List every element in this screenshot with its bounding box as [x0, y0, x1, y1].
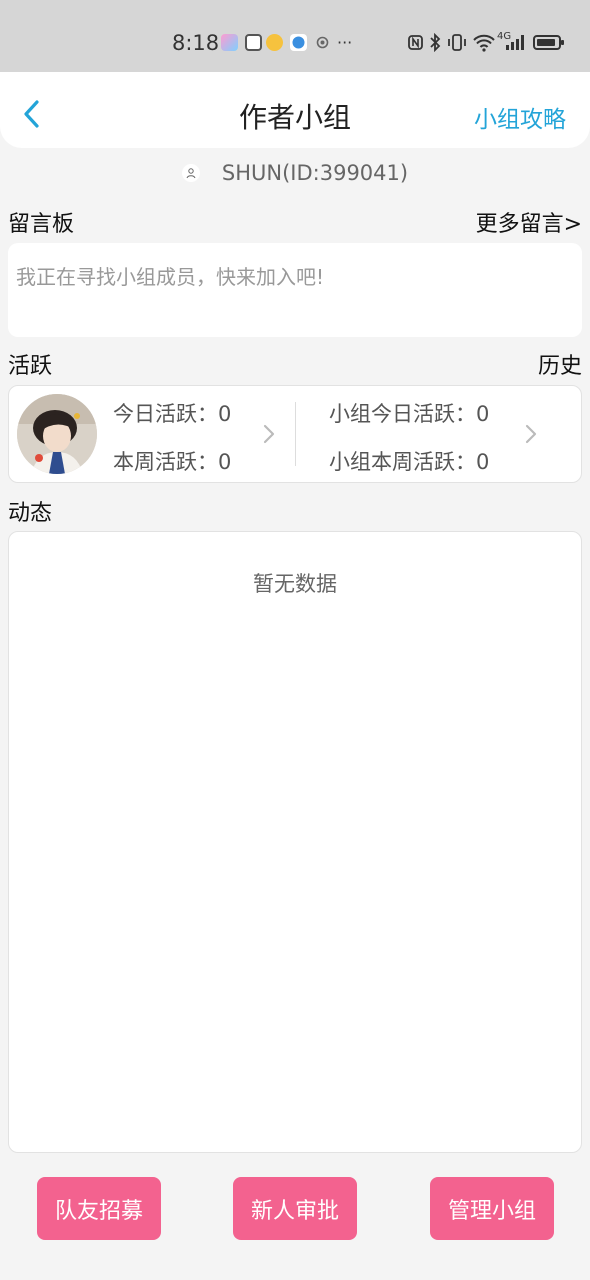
chevron-right-icon[interactable]: [523, 422, 539, 446]
more-notifications-icon: ···: [337, 33, 353, 52]
app-icon: [245, 34, 262, 51]
vibrate-icon: [448, 34, 466, 51]
group-today-activity-value: 0: [476, 402, 490, 426]
today-activity: 今日活跃：0: [113, 398, 231, 428]
activity-label: 活跃: [8, 354, 53, 379]
more-messages-link[interactable]: 更多留言>: [476, 206, 582, 238]
approve-newcomers-button[interactable]: 新人审批: [233, 1177, 357, 1240]
weibo-icon: [266, 34, 283, 51]
week-activity-value: 0: [218, 450, 232, 474]
group-today-activity: 小组今日活跃：0: [329, 398, 489, 428]
history-link[interactable]: 历史: [538, 348, 582, 380]
avatar: [17, 394, 97, 474]
group-week-activity: 小组本周活跃：0: [329, 446, 489, 476]
group-week-activity-label: 小组本周活跃：: [329, 450, 476, 474]
message-board-label: 留言板: [8, 212, 75, 237]
gear-icon: [314, 34, 331, 51]
message-board[interactable]: 我正在寻找小组成员，快来加入吧!: [8, 243, 582, 337]
today-activity-label: 今日活跃：: [113, 402, 218, 426]
user-avatar-icon: [181, 164, 200, 182]
group-guide-link[interactable]: 小组攻略: [474, 100, 566, 134]
manage-group-button[interactable]: 管理小组: [430, 1177, 554, 1240]
wifi-icon: [473, 34, 495, 52]
battery-icon: [533, 35, 564, 50]
user-info: SHUN(ID:399041): [0, 158, 590, 188]
today-activity-value: 0: [218, 402, 232, 426]
feed-panel: 暂无数据: [8, 531, 582, 1153]
chevron-right-icon[interactable]: [261, 422, 277, 446]
group-today-activity-label: 小组今日活跃：: [329, 402, 476, 426]
user-id-text: SHUN(ID:399041): [221, 161, 409, 185]
status-bar: 8:18 ··· 4G: [0, 0, 590, 72]
feed-label: 动态: [8, 501, 53, 526]
week-activity-label: 本周活跃：: [113, 450, 218, 474]
message-board-text: 我正在寻找小组成员，快来加入吧!: [16, 265, 325, 289]
app-header: 作者小组 小组攻略: [0, 72, 590, 148]
week-activity: 本周活跃：0: [113, 446, 231, 476]
signal-icon: [506, 35, 524, 50]
status-time: 8:18: [172, 31, 220, 55]
bluetooth-icon: [430, 33, 441, 52]
recruit-teammates-button[interactable]: 队友招募: [37, 1177, 161, 1240]
group-week-activity-value: 0: [476, 450, 490, 474]
empty-state-text: 暂无数据: [253, 572, 337, 596]
app-icon: [221, 34, 238, 51]
nfc-icon: [408, 35, 423, 50]
activity-card: 今日活跃：0 本周活跃：0 小组今日活跃：0 小组本周活跃：0: [8, 385, 582, 483]
divider: [295, 402, 296, 466]
browser-icon: [290, 34, 307, 51]
